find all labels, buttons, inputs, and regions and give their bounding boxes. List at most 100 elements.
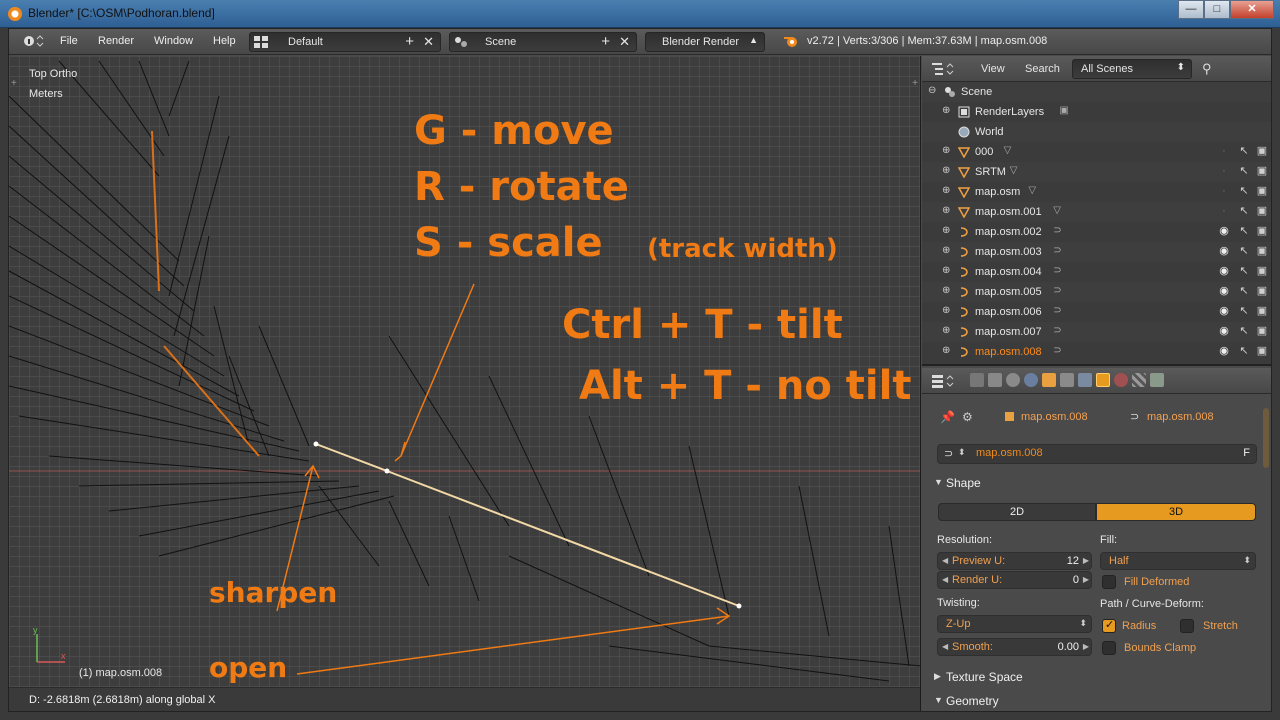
render-camera-icon[interactable]: ▣ <box>1256 245 1268 258</box>
outliner-item-label[interactable]: Scene <box>961 86 992 98</box>
fill-mode-dropdown[interactable]: Half ⬍ <box>1100 552 1256 570</box>
expand-icon[interactable]: ⊕ <box>942 325 950 336</box>
outliner-item-label[interactable]: map.osm.006 <box>975 306 1042 318</box>
visibility-eye-icon[interactable]: · <box>1218 185 1230 198</box>
properties-editor-type-icon[interactable] <box>932 374 956 391</box>
outliner-item-label[interactable]: map.osm.008 <box>975 346 1042 358</box>
visibility-eye-icon[interactable]: ◉ <box>1218 225 1230 238</box>
scene-tab-icon[interactable] <box>1006 373 1020 387</box>
outliner-item-label[interactable]: map.osm.005 <box>975 286 1042 298</box>
constraints-tab-icon[interactable] <box>1060 373 1074 387</box>
curve-data-icon[interactable]: ⊃ <box>1053 325 1061 336</box>
increment-arrow-icon[interactable]: ▶ <box>1083 575 1089 584</box>
expand-icon[interactable]: ⊕ <box>942 205 950 216</box>
visibility-eye-icon[interactable]: ◉ <box>1218 245 1230 258</box>
visibility-eye-icon[interactable]: · <box>1218 165 1230 178</box>
selectable-cursor-icon[interactable]: ↖ <box>1238 165 1250 178</box>
expand-icon[interactable]: ⊕ <box>942 185 950 196</box>
dim-3d-button[interactable]: 3D <box>1096 503 1256 521</box>
outliner-item-label[interactable]: map.osm.003 <box>975 246 1042 258</box>
curve-data-tab-icon[interactable] <box>1096 373 1110 387</box>
stretch-checkbox[interactable] <box>1180 619 1194 633</box>
outliner-item-label[interactable]: map.osm.007 <box>975 326 1042 338</box>
menu-file[interactable]: File <box>60 35 78 47</box>
visibility-eye-icon[interactable]: ◉ <box>1218 285 1230 298</box>
menu-help[interactable]: Help <box>213 35 236 47</box>
datablock-selector[interactable]: ⊃ ⬍ map.osm.008 F <box>937 444 1257 464</box>
dim-2d-button[interactable]: 2D <box>938 503 1096 521</box>
selectable-cursor-icon[interactable]: ↖ <box>1238 245 1250 258</box>
control-point-start[interactable] <box>313 441 319 447</box>
search-icon[interactable]: ⚲ <box>1202 61 1212 77</box>
outliner-item-label[interactable]: 000 <box>975 146 993 158</box>
expand-icon[interactable]: ⊕ <box>942 225 950 236</box>
scene-selector[interactable]: Scene + ✕ <box>449 32 637 52</box>
add-scene-icon[interactable]: + <box>601 33 610 50</box>
visibility-eye-icon[interactable]: ◉ <box>1218 345 1230 358</box>
render-camera-icon[interactable]: ▣ <box>1256 305 1268 318</box>
control-point-end[interactable] <box>736 603 742 609</box>
visibility-eye-icon[interactable]: ◉ <box>1218 305 1230 318</box>
material-tab-icon[interactable] <box>1114 373 1128 387</box>
selectable-cursor-icon[interactable]: ↖ <box>1238 345 1250 358</box>
render-tab-icon[interactable] <box>970 373 984 387</box>
outliner-item-label[interactable]: map.osm.001 <box>975 206 1042 218</box>
expand-icon[interactable]: ⊕ <box>942 165 950 176</box>
decrement-arrow-icon[interactable]: ◀ <box>942 642 948 651</box>
visibility-eye-icon[interactable]: · <box>1218 205 1230 218</box>
texture-space-panel-header[interactable]: ▶ Texture Space <box>930 666 1260 688</box>
bounds-clamp-checkbox[interactable] <box>1102 641 1116 655</box>
selectable-cursor-icon[interactable]: ↖ <box>1238 325 1250 338</box>
increment-arrow-icon[interactable]: ▶ <box>1083 642 1089 651</box>
outliner-row[interactable]: ⊕ map.osm.003 ⊃ ◉ ↖ ▣ <box>922 242 1271 262</box>
shape-panel-header[interactable]: ▼ Shape <box>930 472 1260 494</box>
expand-icon[interactable]: ⊕ <box>942 305 950 316</box>
expand-icon[interactable]: ⊕ <box>942 145 950 156</box>
collapse-icon[interactable]: ⊖ <box>928 85 936 96</box>
outliner-row[interactable]: ⊖ Scene <box>922 82 1271 102</box>
selectable-cursor-icon[interactable]: ↖ <box>1238 145 1250 158</box>
selectable-cursor-icon[interactable]: ↖ <box>1238 205 1250 218</box>
decrement-arrow-icon[interactable]: ◀ <box>942 575 948 584</box>
outliner-row[interactable]: ⊕ map.osm.005 ⊃ ◉ ↖ ▣ <box>922 282 1271 302</box>
radius-checkbox[interactable]: ✓ <box>1102 619 1116 633</box>
radius-label[interactable]: Radius <box>1122 620 1156 632</box>
outliner-row[interactable]: ⊕ 000 ▽ · ↖ ▣ <box>922 142 1271 162</box>
outliner-row[interactable]: ⊕ SRTM ▽ · ↖ ▣ <box>922 162 1271 182</box>
selectable-cursor-icon[interactable]: ↖ <box>1238 265 1250 278</box>
physics-tab-icon[interactable] <box>1150 373 1164 387</box>
smooth-field[interactable]: ◀ Smooth: 0.00 ▶ <box>937 638 1092 656</box>
context-object-name[interactable]: map.osm.008 <box>1021 411 1088 423</box>
outliner-item-label[interactable]: map.osm.002 <box>975 226 1042 238</box>
expand-icon[interactable]: ⊕ <box>942 285 950 296</box>
delete-layout-icon[interactable]: ✕ <box>423 34 434 50</box>
expand-icon[interactable]: ⊕ <box>942 265 950 276</box>
outliner-row[interactable]: ⊕ map.osm.008 ⊃ ◉ ↖ ▣ <box>922 342 1271 362</box>
expand-icon[interactable]: ⊕ <box>942 345 950 356</box>
fake-user-button[interactable]: F <box>1243 447 1250 459</box>
render-camera-icon[interactable]: ▣ <box>1256 265 1268 278</box>
stretch-label[interactable]: Stretch <box>1203 620 1238 632</box>
context-data-name[interactable]: map.osm.008 <box>1147 411 1214 423</box>
layout-selector[interactable]: Default + ✕ <box>249 32 441 52</box>
outliner-editor-type-icon[interactable] <box>932 62 956 79</box>
outliner-row[interactable]: ⊕ map.osm.007 ⊃ ◉ ↖ ▣ <box>922 322 1271 342</box>
render-camera-icon[interactable]: ▣ <box>1256 185 1268 198</box>
curve-data-icon[interactable]: ⊃ <box>1053 225 1061 236</box>
renderlayer-tab-icon[interactable] <box>988 373 1002 387</box>
curve-data-icon[interactable]: ⊃ <box>1053 245 1061 256</box>
render-camera-icon[interactable]: ▣ <box>1256 205 1268 218</box>
close-button[interactable]: ✕ <box>1230 0 1274 19</box>
outliner-row[interactable]: ⊕ map.osm.006 ⊃ ◉ ↖ ▣ <box>922 302 1271 322</box>
fill-deformed-checkbox[interactable] <box>1102 575 1116 589</box>
properties-scrollbar[interactable] <box>1263 408 1269 468</box>
expand-icon[interactable]: ⊕ <box>942 245 950 256</box>
maximize-button[interactable]: □ <box>1204 0 1230 19</box>
outliner-item-label[interactable]: World <box>975 126 1004 138</box>
preview-u-field[interactable]: ◀ Preview U: 12 ▶ <box>937 552 1092 570</box>
curve-data-icon[interactable]: ⊃ <box>1053 265 1061 276</box>
active-curve-segment[interactable] <box>315 443 740 607</box>
outliner-item-label[interactable]: map.osm <box>975 186 1020 198</box>
outliner-row[interactable]: ⊕ map.osm.001 ▽ · ↖ ▣ <box>922 202 1271 222</box>
decrement-arrow-icon[interactable]: ◀ <box>942 556 948 565</box>
